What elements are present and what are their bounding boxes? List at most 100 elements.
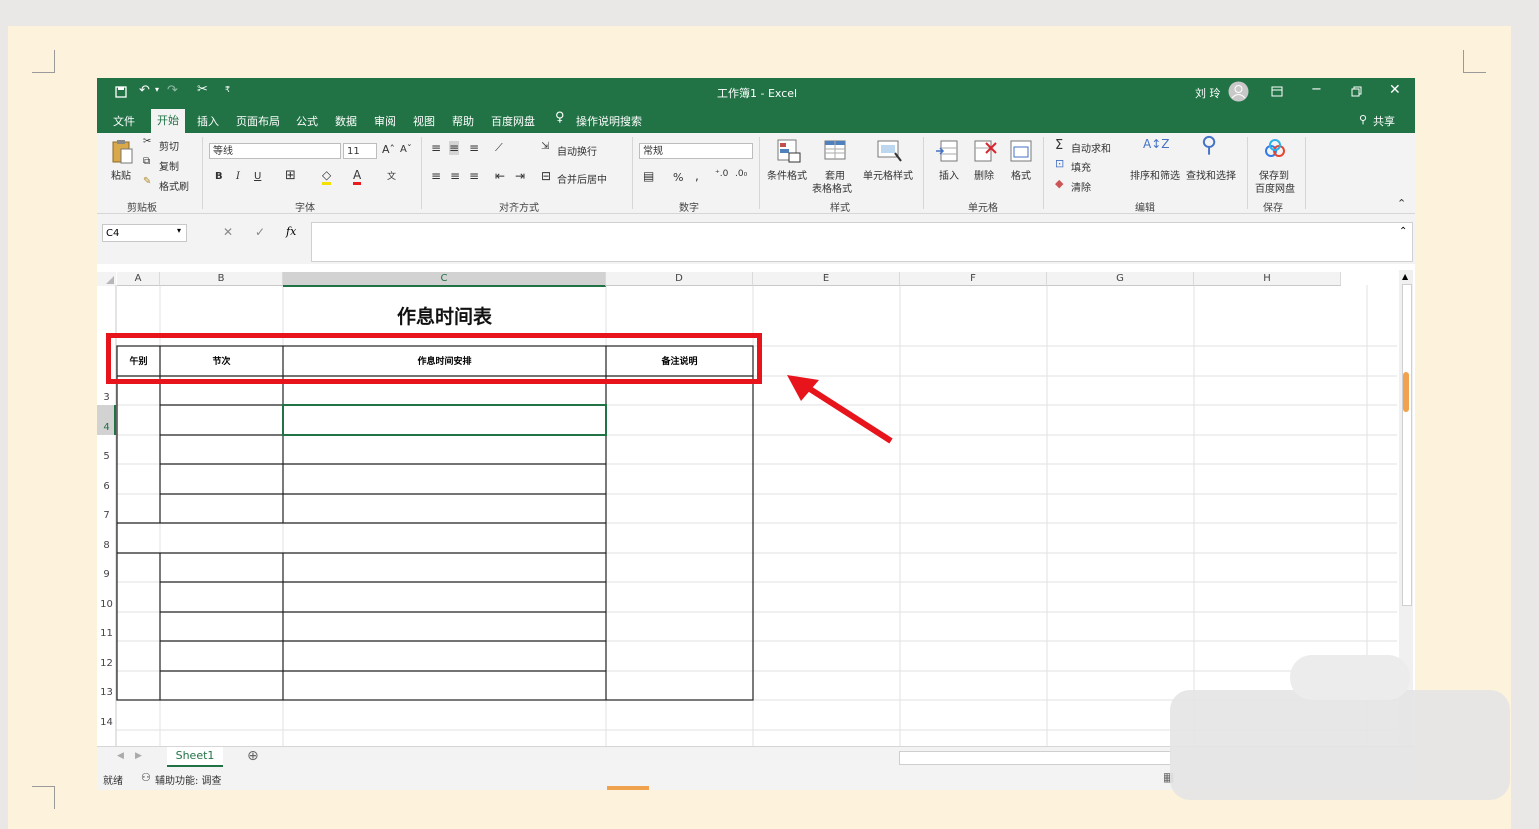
comma-button[interactable]: , [695, 169, 699, 183]
expand-formula-icon[interactable]: ⌃ [1399, 226, 1407, 237]
find-select-button[interactable]: 查找和选择 [1186, 167, 1236, 182]
align-bottom-icon[interactable]: ≡ [469, 141, 479, 155]
paste-icon[interactable] [111, 138, 133, 164]
name-box[interactable]: C4 [102, 224, 187, 242]
tab-baidu-netdisk[interactable]: 百度网盘 [491, 113, 535, 129]
accessibility-status[interactable]: 辅助功能: 调查 [155, 772, 222, 787]
row-header-13[interactable]: 13 [97, 687, 116, 698]
row-header-3[interactable]: 3 [97, 392, 116, 403]
column-header-d[interactable]: D [606, 272, 753, 286]
worksheet-grid[interactable]: A B C D E F G H 3 4 5 6 7 8 9 10 11 12 1… [97, 270, 1415, 746]
column-header-e[interactable]: E [753, 272, 900, 286]
row-header-11[interactable]: 11 [97, 628, 116, 639]
shrink-font-icon[interactable]: Aˇ [400, 144, 412, 155]
borders-icon[interactable]: ⊞ [285, 168, 296, 183]
row-header-6[interactable]: 6 [97, 481, 116, 492]
row-header-7[interactable]: 7 [97, 510, 116, 521]
share-button[interactable]: 共享 [1373, 113, 1395, 129]
sheet-tab-sheet1[interactable]: Sheet1 [167, 747, 223, 767]
column-header-b[interactable]: B [160, 272, 283, 286]
row-header-5[interactable]: 5 [97, 451, 116, 462]
conditional-format-icon[interactable] [777, 139, 801, 163]
paste-button[interactable]: 粘贴 [111, 167, 131, 182]
column-header-c[interactable]: C [283, 272, 606, 287]
conditional-format-button[interactable]: 条件格式 [767, 167, 807, 182]
format-cells-icon[interactable] [1009, 139, 1033, 163]
column-header-a[interactable]: A [117, 272, 160, 286]
font-color-icon[interactable]: A [353, 168, 362, 185]
autosum-button[interactable]: 自动求和 [1071, 140, 1111, 155]
next-sheet-icon[interactable]: ▶ [135, 751, 142, 761]
bold-button[interactable]: B [215, 171, 223, 182]
align-middle-icon[interactable]: ≡ [449, 141, 460, 155]
minimize-icon[interactable]: − [1311, 82, 1322, 97]
phonetic-icon[interactable]: 文 [387, 169, 396, 182]
restore-icon[interactable] [1351, 86, 1362, 97]
wrap-text-button[interactable]: 自动换行 [557, 143, 597, 158]
selected-cell[interactable] [282, 404, 607, 436]
tab-help[interactable]: 帮助 [452, 113, 474, 129]
format-painter-button[interactable]: 格式刷 [159, 178, 189, 193]
delete-cells-icon[interactable] [973, 139, 997, 163]
decrease-decimal-icon[interactable]: .0₀ [735, 169, 747, 179]
tab-view[interactable]: 视图 [413, 113, 435, 129]
collapse-ribbon-icon[interactable]: ⌃ [1397, 197, 1406, 210]
font-name-select[interactable]: 等线 [209, 143, 341, 159]
tab-insert[interactable]: 插入 [197, 113, 219, 129]
undo-icon[interactable]: ↶ [139, 83, 150, 98]
font-size-select[interactable]: 11 [343, 143, 377, 159]
increase-indent-icon[interactable]: ⇥ [515, 169, 525, 183]
grow-font-icon[interactable]: Aˆ [382, 143, 395, 156]
cell-styles-button[interactable]: 单元格样式 [863, 167, 913, 182]
delete-cells-button[interactable]: 删除 [974, 167, 994, 182]
insert-cells-icon[interactable] [935, 139, 959, 163]
prev-sheet-icon[interactable]: ◀ [117, 751, 124, 761]
tab-review[interactable]: 审阅 [374, 113, 396, 129]
row-header-4[interactable]: 4 [97, 422, 116, 433]
ribbon-display-icon[interactable] [1271, 86, 1283, 97]
sort-filter-button[interactable]: 排序和筛选 [1130, 167, 1180, 182]
align-left-icon[interactable]: ≡ [431, 169, 441, 183]
cut-button[interactable]: 剪切 [159, 138, 179, 153]
cut-qat-icon[interactable]: ✂ [197, 82, 208, 97]
qat-customize[interactable]: ₹ [225, 85, 230, 94]
underline-button[interactable]: U [254, 171, 261, 182]
cancel-icon[interactable]: ✕ [223, 225, 233, 239]
scroll-thumb[interactable] [1402, 284, 1412, 606]
avatar-icon[interactable] [1228, 81, 1249, 102]
column-header-g[interactable]: G [1047, 272, 1194, 286]
align-top-icon[interactable]: ≡ [431, 141, 441, 155]
number-format-select[interactable]: 常规 [639, 143, 753, 159]
baidu-netdisk-icon[interactable] [1263, 139, 1287, 159]
row-header-10[interactable]: 10 [97, 599, 116, 610]
find-select-icon[interactable]: ⚲ [1201, 133, 1217, 158]
tab-data[interactable]: 数据 [335, 113, 357, 129]
add-sheet-icon[interactable]: ⊕ [247, 748, 259, 764]
fill-color-icon[interactable]: ◇ [322, 168, 332, 185]
name-box-dropdown-icon[interactable]: ▾ [177, 226, 181, 235]
align-center-icon[interactable]: ≡ [450, 169, 460, 183]
undo-dropdown-icon[interactable]: ▾ [155, 85, 159, 94]
row-header-9[interactable]: 9 [97, 569, 116, 580]
redo-icon[interactable]: ↷ [167, 83, 178, 98]
sort-filter-icon[interactable]: A↕Z [1143, 137, 1169, 151]
enter-icon[interactable]: ✓ [255, 225, 265, 239]
align-right-icon[interactable]: ≡ [469, 169, 479, 183]
clear-button[interactable]: 清除 [1071, 179, 1091, 194]
tab-home[interactable]: 开始 [151, 109, 185, 133]
format-table-button-line2[interactable]: 表格格式 [812, 180, 852, 195]
horizontal-scrollbar[interactable] [899, 751, 1171, 765]
scroll-up-icon[interactable]: ▲ [1402, 272, 1408, 281]
tab-file[interactable]: 文件 [113, 113, 135, 129]
orientation-icon[interactable]: ⟋ [495, 141, 503, 155]
insert-cells-button[interactable]: 插入 [939, 167, 959, 182]
row-header-14[interactable]: 14 [97, 717, 116, 728]
insert-function-button[interactable]: fx [286, 225, 296, 238]
currency-icon[interactable]: ▤ [643, 169, 654, 183]
copy-button[interactable]: 复制 [159, 158, 179, 173]
percent-button[interactable]: % [673, 171, 683, 184]
save-to-netdisk-button-line2[interactable]: 百度网盘 [1255, 180, 1295, 195]
format-table-icon[interactable] [824, 139, 848, 163]
close-icon[interactable]: ✕ [1389, 82, 1401, 98]
user-name[interactable]: 刘 玲 [1195, 85, 1221, 101]
